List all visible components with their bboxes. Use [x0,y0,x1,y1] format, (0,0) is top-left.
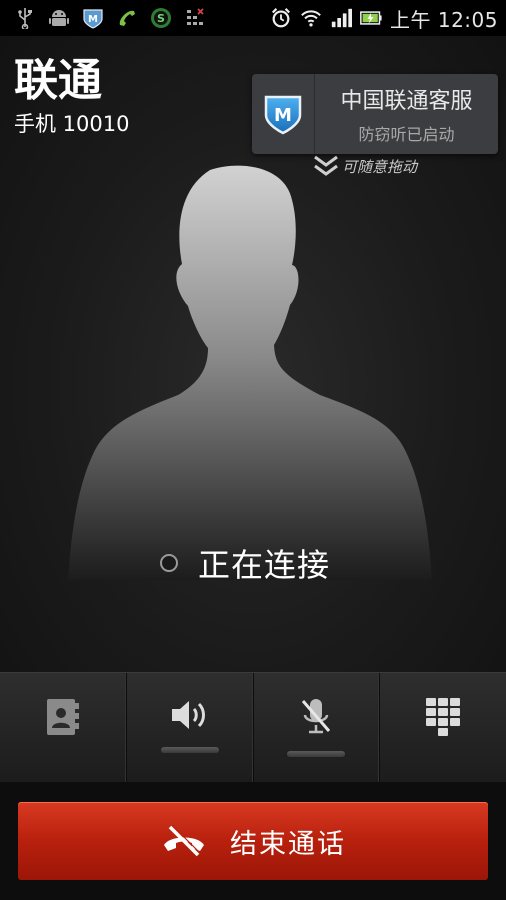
dialpad-icon [426,698,461,736]
caller-number: 手机 10010 [14,112,130,136]
anti-eavesdrop-popup[interactable]: M 中国联通客服 防窃听已启动 [252,74,498,154]
s-app-icon: S [150,7,172,29]
battery-charging-icon [360,7,382,29]
mute-mic-icon [302,699,331,734]
popup-title: 中国联通客服 [340,89,473,114]
shield-m-icon: M [264,95,302,135]
svg-text:M: M [88,14,98,25]
speaker-button[interactable] [127,673,254,783]
svg-text:M: M [274,105,292,126]
status-time: 上午 12:05 [390,7,498,32]
dialpad-button[interactable] [380,673,506,783]
in-call-controls [0,672,506,783]
call-status: 正在连接 [160,540,330,586]
drag-hint-text: 可随意拖动 [342,157,418,176]
shield-m-icon: M [82,7,104,29]
signal-icon [330,7,352,29]
popup-subtitle: 防窃听已启动 [358,125,455,144]
end-call-label: 结束通话 [230,828,346,860]
usb-icon [14,7,36,29]
sim-toolkit-icon [184,7,206,29]
status-bar: M S 上午 12:05 [0,0,506,36]
contacts-icon [46,699,79,735]
alarm-icon [270,7,292,29]
svg-text:S: S [157,12,165,25]
mute-toggle-indicator [287,751,346,757]
contacts-button[interactable] [0,673,127,783]
android-debug-icon [48,7,70,29]
end-call-area: 结束通话 [0,782,506,900]
loading-spinner-icon [160,554,178,572]
call-area: 联通 手机 10010 正在连接 M 中国联通客服 防窃听已启动 可随意拖动 [0,36,506,672]
call-status-text: 正在连接 [198,546,331,584]
mute-button[interactable] [254,673,381,783]
contact-silhouette-icon [68,165,432,580]
speaker-icon [171,701,205,729]
hang-up-icon [164,824,204,857]
double-chevron-down-icon [314,155,338,176]
end-call-button[interactable]: 结束通话 [18,802,488,880]
drag-hint[interactable]: 可随意拖动 [312,154,417,178]
wifi-icon [300,7,322,29]
caller-name: 联通 [14,55,102,106]
missed-call-icon [116,7,138,29]
speaker-toggle-indicator [160,747,219,753]
